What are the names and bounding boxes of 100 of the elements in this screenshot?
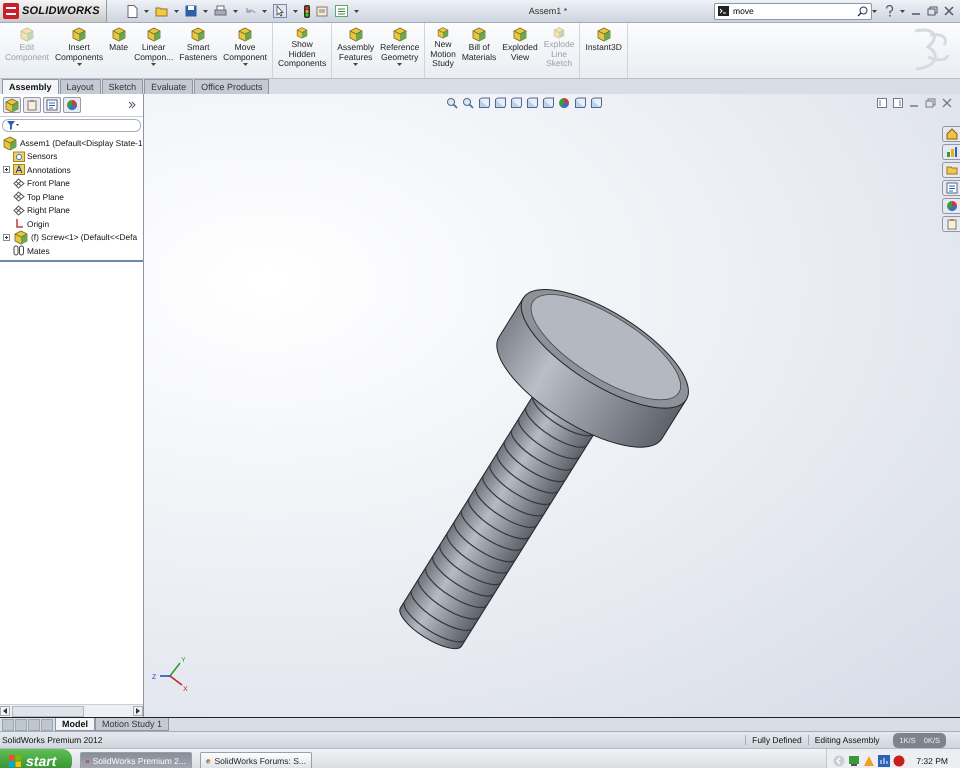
tab[interactable]: Evaluate [144, 79, 194, 94]
folder-icon[interactable] [946, 164, 958, 176]
task-pane-tab[interactable] [942, 144, 960, 160]
tile-right-icon[interactable] [893, 98, 903, 108]
ribbon-button[interactable]: Bill of Materials [458, 23, 500, 78]
paperclip-icon [13, 245, 25, 256]
search-field[interactable]: move [714, 2, 872, 20]
printer-icon[interactable] [214, 5, 227, 17]
restore-icon[interactable] [925, 98, 936, 108]
appearance-tab[interactable] [63, 97, 81, 113]
clipboard-icon[interactable] [26, 99, 38, 111]
document-icon[interactable] [126, 4, 138, 18]
ribbon-button[interactable]: Insert Components [52, 23, 106, 78]
expand-icon[interactable] [3, 234, 10, 241]
cursor-icon[interactable] [272, 4, 287, 18]
tree-item[interactable]: Mates [27, 246, 50, 256]
app-logo[interactable]: SOLIDWORKS [0, 0, 107, 22]
ribbon-button[interactable]: Smart Fasteners [176, 23, 220, 78]
status-text: Fully Defined [745, 735, 808, 745]
clipboard-icon[interactable] [316, 5, 329, 17]
help-icon[interactable] [885, 5, 894, 17]
scrollbar-thumb[interactable] [12, 706, 84, 716]
restore-icon[interactable] [927, 6, 938, 16]
chevron-icon[interactable] [128, 101, 136, 109]
caret-icon[interactable] [353, 63, 358, 66]
clipboard-icon[interactable] [946, 218, 958, 230]
caret-icon[interactable] [242, 63, 248, 66]
folder-icon [13, 150, 25, 162]
taskbar-button[interactable]: SolidWorks Forums: S... [200, 752, 312, 768]
magnifier-icon[interactable] [462, 97, 474, 109]
ribbon-button[interactable]: Exploded View [499, 23, 541, 78]
ball-icon[interactable] [893, 755, 906, 767]
folder-icon[interactable] [154, 5, 168, 17]
axis-triad-drawing [160, 662, 182, 686]
caret-icon[interactable] [354, 10, 359, 12]
ribbon-button[interactable]: Move Component [220, 23, 270, 78]
search-input[interactable]: move [733, 6, 853, 16]
caret-icon[interactable] [872, 10, 877, 12]
task-pane-tab[interactable] [942, 216, 960, 232]
ribbon-button[interactable]: Linear Compon... [131, 23, 176, 78]
ribbon-button[interactable]: Assembly Features [334, 23, 378, 78]
tab[interactable]: Motion Study 1 [95, 718, 170, 731]
tree-item[interactable]: Front Plane [27, 178, 70, 188]
caret-icon[interactable] [292, 10, 298, 12]
magnifier-icon[interactable] [446, 97, 458, 109]
network-icon[interactable] [878, 755, 890, 767]
sphere-icon[interactable] [558, 97, 570, 109]
ribbon-button[interactable]: New Motion Study [427, 23, 459, 78]
scroll-right-button[interactable] [133, 706, 143, 716]
tree-item[interactable]: Annotations [27, 164, 71, 175]
configuration-tab[interactable] [43, 97, 61, 113]
caret-icon[interactable] [262, 10, 267, 12]
caret-icon[interactable] [174, 10, 179, 12]
chart-icon[interactable] [946, 146, 958, 158]
expand-icon[interactable] [3, 166, 10, 174]
tree-item[interactable]: Top Plane [27, 192, 64, 202]
tree-tab[interactable] [3, 97, 21, 113]
caret-icon[interactable] [76, 63, 82, 66]
tree-item[interactable]: Sensors [27, 151, 58, 162]
caret-icon[interactable] [144, 10, 149, 12]
ribbon-button[interactable]: Show Hidden Components [275, 23, 330, 78]
filter-field[interactable] [2, 119, 141, 132]
task-pane-tab[interactable] [942, 126, 960, 142]
caret-icon[interactable] [232, 10, 238, 12]
tile-left-icon[interactable] [877, 98, 887, 108]
tab[interactable]: Assembly [2, 79, 59, 94]
close-icon[interactable] [942, 98, 952, 108]
plane-icon [13, 204, 25, 216]
tree-item[interactable]: (f) Screw<1> (Default<<Defa [31, 232, 138, 242]
tree-item[interactable]: Right Plane [27, 205, 70, 216]
traffic-light-icon[interactable] [304, 4, 310, 18]
flag-icon [8, 754, 22, 768]
sphere-icon[interactable] [946, 200, 958, 212]
caret-icon[interactable] [900, 10, 905, 12]
caret-icon[interactable] [202, 10, 208, 12]
scroll-left-button[interactable] [0, 706, 10, 716]
status-text: SolidWorks Premium 2012 [2, 735, 102, 745]
caret-icon[interactable] [397, 63, 402, 66]
list-icon[interactable] [46, 99, 58, 111]
ribbon-button[interactable]: Instant3D [582, 23, 625, 78]
task-pane-tab[interactable] [942, 180, 960, 196]
search-icon[interactable] [857, 6, 868, 16]
tab[interactable]: Layout [60, 79, 101, 94]
tree-item[interactable]: Origin [27, 218, 50, 229]
tab[interactable]: Sketch [102, 79, 144, 94]
task-pane-tab[interactable] [942, 198, 960, 214]
tab[interactable]: Model [55, 718, 95, 731]
sphere-icon[interactable] [66, 99, 78, 111]
caret-icon[interactable] [151, 63, 156, 66]
tree-item[interactable]: Assem1 (Default<Display State-1 [20, 138, 142, 148]
task-pane-tab[interactable] [942, 162, 960, 178]
list-icon[interactable] [946, 182, 958, 194]
ribbon-button[interactable]: Mate [106, 23, 132, 78]
window-title: Assem1 * [528, 6, 568, 16]
tab[interactable]: Office Products [194, 79, 270, 94]
close-icon[interactable] [944, 6, 954, 16]
ribbon-button[interactable]: Reference Geometry [377, 23, 422, 78]
house-icon[interactable] [946, 128, 958, 140]
list-icon[interactable] [334, 5, 348, 17]
properties-tab[interactable] [23, 97, 41, 113]
